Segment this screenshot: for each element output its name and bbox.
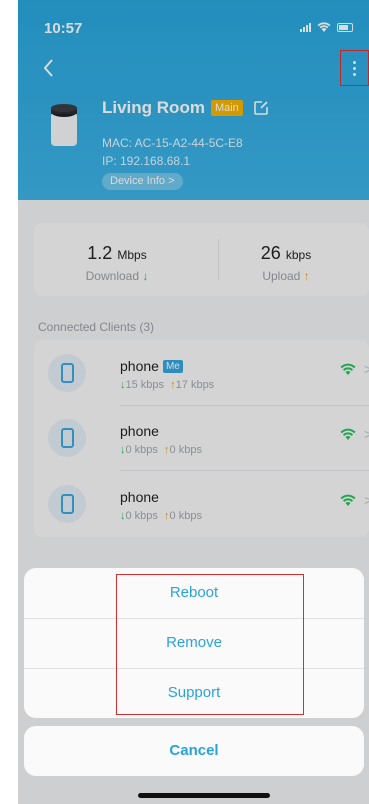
remove-button[interactable]: Remove	[24, 618, 364, 668]
support-button[interactable]: Support	[24, 668, 364, 718]
action-sheet: Reboot Remove Support	[24, 568, 364, 718]
cancel-button[interactable]: Cancel	[24, 726, 364, 776]
home-indicator[interactable]	[138, 793, 270, 798]
reboot-button[interactable]: Reboot	[24, 568, 364, 618]
app-screen: 10:57 Living Room Main MAC: AC-15-A2-44-…	[18, 0, 369, 804]
